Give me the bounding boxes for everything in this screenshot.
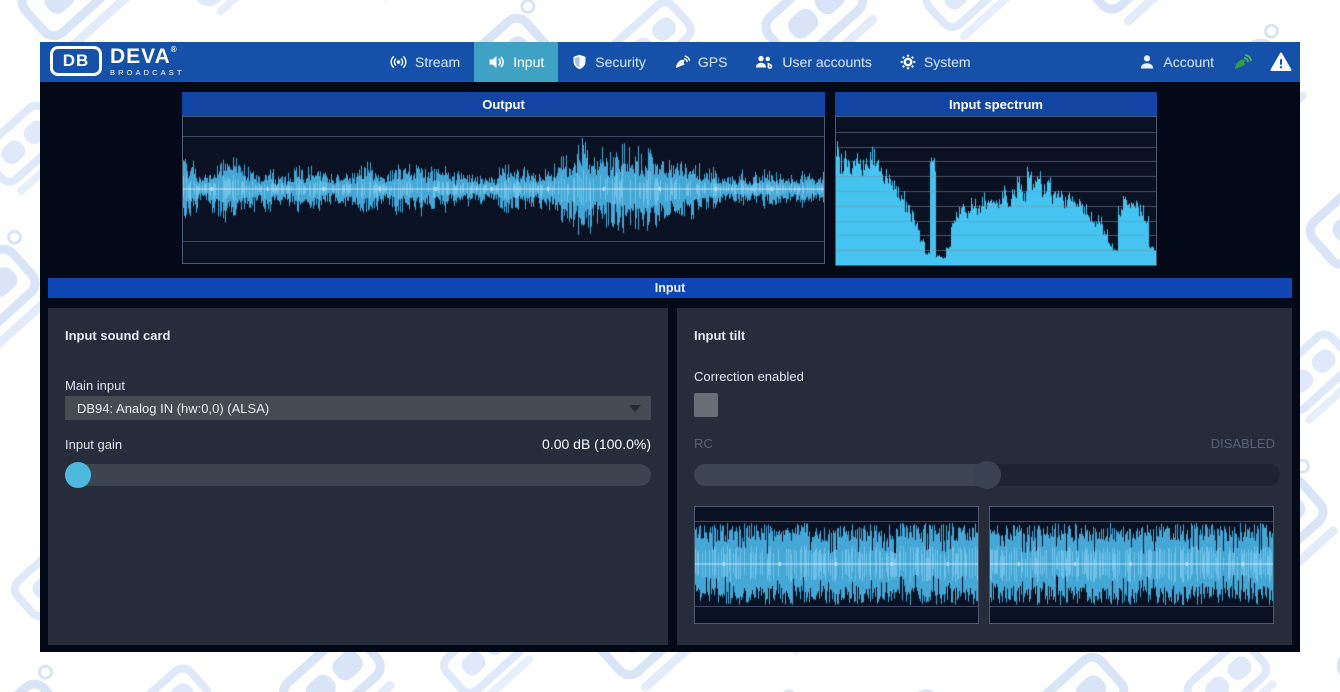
logo-text: DEVA® BROADCAST bbox=[110, 46, 185, 77]
input-gain-label: Input gain bbox=[65, 437, 122, 452]
account-icon bbox=[1139, 54, 1155, 70]
tab-user-accounts-label: User accounts bbox=[782, 54, 871, 70]
db-logo-icon: DB bbox=[50, 46, 102, 76]
speaker-icon bbox=[488, 54, 505, 70]
nav-tabs: Stream Input Security bbox=[376, 42, 985, 82]
input-sound-card-panel: Input sound card Main input DB94: Analog… bbox=[48, 308, 668, 645]
main-input-label: Main input bbox=[65, 378, 125, 393]
input-spectrum-header: Input spectrum bbox=[835, 92, 1157, 116]
tilt-waveform-right-scope bbox=[989, 506, 1274, 624]
output-scope-bottom-strip bbox=[183, 241, 824, 263]
tab-user-accounts[interactable]: User accounts bbox=[741, 42, 885, 82]
tilt-waveforms bbox=[694, 506, 1274, 624]
input-tilt-panel: Input tilt Correction enabled RC DISABLE… bbox=[677, 308, 1292, 645]
tab-gps-label: GPS bbox=[698, 54, 728, 70]
tilt-left-bottom-strip bbox=[695, 606, 978, 623]
deva-logo[interactable]: DB DEVA® BROADCAST bbox=[50, 46, 185, 77]
tab-system[interactable]: System bbox=[886, 42, 985, 82]
sound-card-title: Input sound card bbox=[65, 328, 170, 343]
tilt-waveform-left-scope bbox=[694, 506, 979, 624]
rc-row: RC DISABLED bbox=[694, 436, 1275, 451]
input-spectrum-display bbox=[836, 117, 1156, 265]
output-scope bbox=[182, 116, 825, 264]
main-input-value: DB94: Analog IN (hw:0,0) (ALSA) bbox=[77, 401, 269, 416]
main-input-select[interactable]: DB94: Analog IN (hw:0,0) (ALSA) bbox=[65, 396, 651, 420]
output-waveform-display bbox=[183, 137, 824, 241]
logo-subtitle: BROADCAST bbox=[110, 69, 185, 77]
output-panel-header: Output bbox=[182, 92, 825, 116]
connection-ok-icon[interactable] bbox=[1231, 52, 1253, 72]
input-gain-row: Input gain 0.00 dB (100.0%) bbox=[65, 436, 651, 452]
tab-gps[interactable]: GPS bbox=[660, 42, 742, 82]
top-navbar: DB DEVA® BROADCAST Stream bbox=[40, 42, 1300, 82]
tab-stream[interactable]: Stream bbox=[376, 42, 474, 82]
output-scope-top-strip bbox=[183, 117, 824, 137]
output-panel: Output bbox=[182, 92, 825, 264]
spectrum-scope bbox=[835, 116, 1157, 266]
input-tilt-title: Input tilt bbox=[694, 328, 745, 343]
tab-security-label: Security bbox=[595, 54, 646, 70]
tab-security[interactable]: Security bbox=[558, 42, 660, 82]
rc-slider-thumb[interactable] bbox=[973, 461, 1001, 489]
satellite-icon bbox=[674, 54, 690, 70]
correction-enabled-label: Correction enabled bbox=[694, 369, 804, 384]
tilt-waveform-right-display bbox=[990, 522, 1273, 606]
logo-db-text: DB bbox=[63, 51, 90, 71]
nav-right-group: Account bbox=[1139, 42, 1292, 82]
correction-enabled-checkbox[interactable] bbox=[694, 393, 718, 417]
tab-input[interactable]: Input bbox=[474, 42, 558, 82]
gear-icon bbox=[900, 54, 916, 70]
input-gain-value: 0.00 dB (100.0%) bbox=[542, 436, 651, 452]
logo-name: DEVA® bbox=[110, 46, 185, 67]
input-gain-slider-thumb[interactable] bbox=[65, 462, 91, 488]
tilt-right-top-strip bbox=[990, 507, 1273, 522]
input-spectrum-panel: Input spectrum bbox=[835, 92, 1157, 266]
tab-system-label: System bbox=[924, 54, 971, 70]
tilt-waveform-left-display bbox=[695, 522, 978, 606]
broadcast-icon bbox=[390, 54, 407, 70]
input-section-bar: Input bbox=[48, 278, 1292, 298]
tilt-right-bottom-strip bbox=[990, 606, 1273, 623]
account-button[interactable]: Account bbox=[1139, 54, 1214, 70]
chevron-down-icon bbox=[629, 405, 641, 412]
tab-input-label: Input bbox=[513, 54, 544, 70]
account-label: Account bbox=[1163, 54, 1214, 70]
rc-slider[interactable] bbox=[694, 464, 1280, 486]
rc-label: RC bbox=[694, 436, 713, 451]
tilt-left-top-strip bbox=[695, 507, 978, 522]
users-icon bbox=[755, 54, 774, 70]
tab-stream-label: Stream bbox=[415, 54, 460, 70]
shield-icon bbox=[572, 54, 587, 70]
input-gain-slider[interactable] bbox=[65, 464, 651, 486]
app-window: DB DEVA® BROADCAST Stream bbox=[40, 42, 1300, 652]
rc-slider-fill bbox=[694, 464, 987, 486]
warning-icon[interactable] bbox=[1270, 52, 1292, 72]
rc-status-badge: DISABLED bbox=[1211, 436, 1275, 451]
